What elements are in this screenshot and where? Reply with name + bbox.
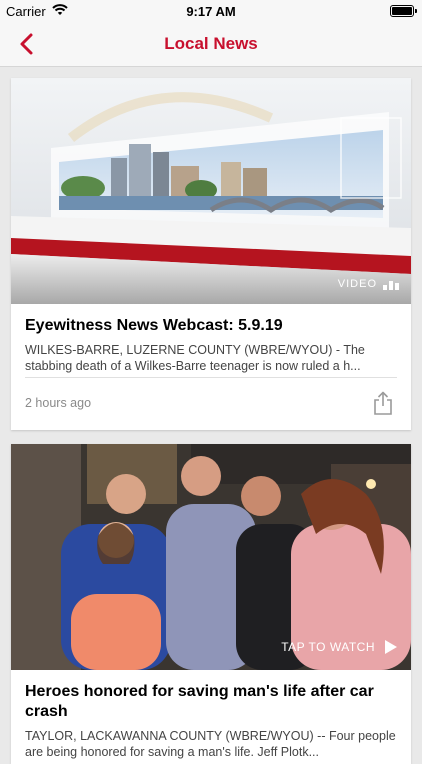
status-bar: Carrier 9:17 AM (0, 0, 422, 22)
navigation-bar: Local News (0, 22, 422, 67)
article-headline[interactable]: Eyewitness News Webcast: 5.9.19 (25, 316, 397, 336)
video-badge: VIDEO (338, 278, 399, 290)
article-summary: TAYLOR, LACKAWANNA COUNTY (WBRE/WYOU) --… (25, 729, 396, 759)
card-footer: 2 hours ago (25, 377, 397, 430)
tap-to-watch-badge[interactable]: TAP TO WATCH (281, 640, 397, 654)
play-icon (385, 640, 397, 654)
news-set-image (11, 78, 411, 304)
article-timestamp: 2 hours ago (25, 396, 92, 410)
battery-icon (390, 5, 417, 17)
page-title: Local News (164, 34, 258, 53)
article-card[interactable]: TAP TO WATCH Heroes honored for saving m… (11, 444, 411, 764)
article-card[interactable]: VIDEO Eyewitness News Webcast: 5.9.19 WI… (11, 78, 411, 430)
video-badge-label: VIDEO (337, 278, 377, 290)
article-headline[interactable]: Heroes honored for saving man's life aft… (25, 682, 397, 722)
article-summary: WILKES-BARRE, LUZERNE COUNTY (WBRE/WYOU)… (25, 343, 365, 373)
share-button[interactable] (371, 390, 395, 416)
video-thumbnail[interactable]: VIDEO (11, 78, 411, 304)
clock: 9:17 AM (186, 4, 236, 19)
tap-to-watch-label: TAP TO WATCH (281, 640, 375, 654)
bars-icon (383, 278, 399, 290)
video-thumbnail[interactable]: TAP TO WATCH (11, 444, 411, 670)
share-icon (374, 391, 392, 415)
group-photo-image (11, 444, 411, 670)
